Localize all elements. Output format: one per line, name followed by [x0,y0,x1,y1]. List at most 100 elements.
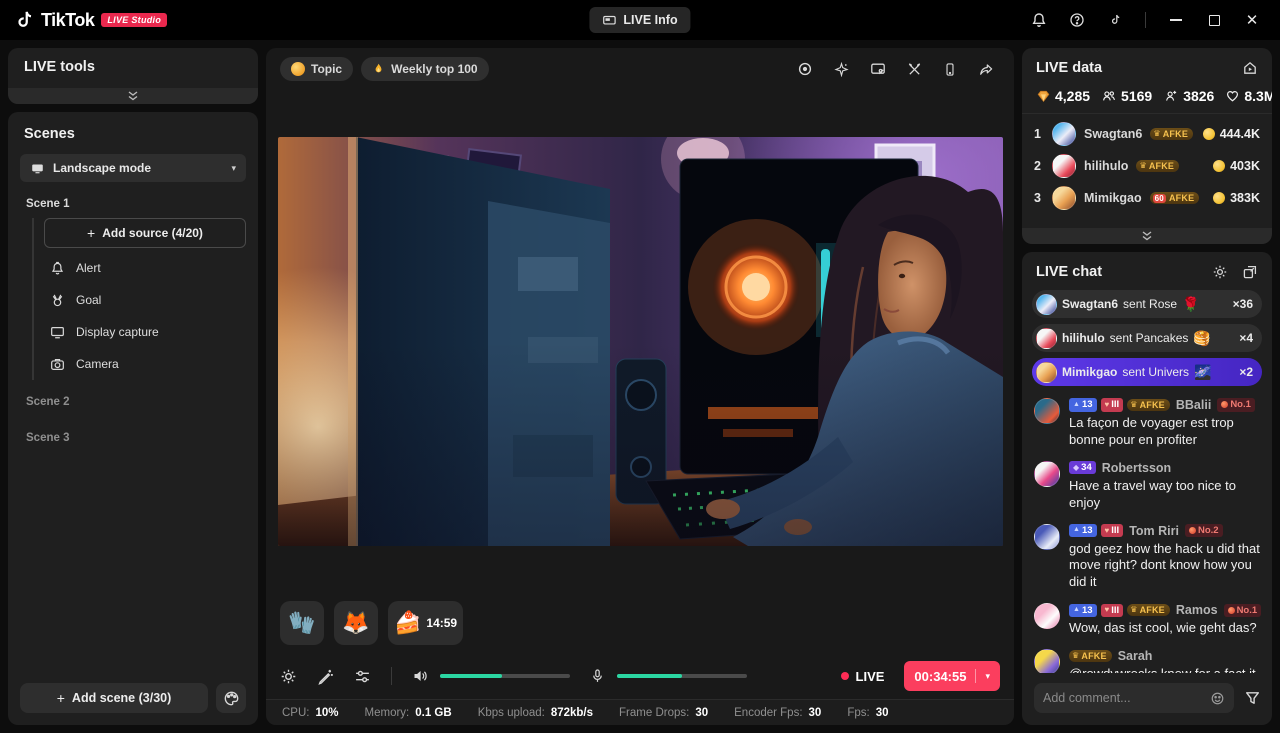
source-item-alert[interactable]: Alert [44,252,246,284]
chat-settings-gear-icon[interactable] [1212,264,1228,280]
live-data-expand-button[interactable] [1022,228,1272,244]
tiktok-icon[interactable] [1101,6,1129,34]
alert-bell-icon [50,261,65,276]
cake-gift-icon: 🍰 [394,610,421,636]
popout-icon[interactable] [1242,264,1258,280]
chat-username[interactable]: Robertsson [1102,461,1171,475]
chat-message: ◆34 Robertsson Have a travel way too nic… [1034,461,1260,512]
weekly-top-tag[interactable]: Weekly top 100 [361,57,488,81]
live-data-title: LIVE data [1036,60,1102,76]
avatar [1052,122,1076,146]
bell-icon[interactable] [1025,6,1053,34]
chat-composer [1022,673,1272,725]
leaderboard-row[interactable]: 3 Mimikgao 60AFKE 383K [1034,182,1260,214]
maximize-button[interactable] [1200,6,1228,34]
scene-2-item[interactable]: Scene 2 [20,380,246,416]
comment-input[interactable] [1043,691,1204,705]
afke-badge: ♛AFKE [1127,399,1170,411]
record-icon[interactable] [797,61,813,77]
minimize-button[interactable] [1162,6,1190,34]
live-chat-panel: LIVE chat Swagtan6 sent Rose 🌹 ×36 [1022,252,1272,725]
chat-username[interactable]: Sarah [1118,649,1153,663]
mic-volume-fill [617,674,682,678]
tune-sliders-icon[interactable] [354,668,371,685]
memory-value: 0.1 GB [415,707,451,719]
help-icon[interactable] [1063,6,1091,34]
stream-timer-button[interactable]: 00:34:55 ▾ [904,661,1000,691]
emoji-icon[interactable] [1210,691,1225,706]
encoderfps-value: 30 [809,707,822,719]
speaker-volume-control [412,668,570,684]
add-scene-button[interactable]: + Add scene (3/30) [20,683,208,713]
titlebar: TikTok LIVE Studio LIVE Info ✕ [0,0,1280,40]
cpu-label: CPU: [282,707,309,719]
source-item-display-capture[interactable]: Display capture [44,316,246,348]
gift-timer: 14:59 [426,616,457,630]
pinned-gift-swagtan6[interactable]: Swagtan6 sent Rose 🌹 ×36 [1032,290,1262,318]
avatar [1034,524,1060,550]
avatar [1036,328,1057,349]
magic-pen-icon[interactable] [317,668,334,685]
streamer-scene-image [278,137,1003,546]
stream-controls: LIVE 00:34:55 ▾ [266,653,1014,699]
close-button[interactable]: ✕ [1238,6,1266,34]
kbps-label: Kbps upload: [478,707,545,719]
likes-stat: 8.3M [1225,88,1272,104]
live-house-icon[interactable] [1242,60,1258,76]
palette-icon [223,690,240,707]
chat-username[interactable]: Ramos [1176,603,1218,617]
avatar [1034,461,1060,487]
add-source-button[interactable]: + Add source (4/20) [44,218,246,248]
chat-username[interactable]: Tom Riri [1129,524,1179,538]
gift-tile-cake[interactable]: 🍰 14:59 [388,601,463,645]
afke-badge: ♛AFKE [1127,604,1170,616]
sparkle-icon[interactable] [834,62,849,77]
double-chevron-down-icon [127,91,139,101]
mic-volume-slider[interactable] [617,674,747,678]
phone-icon[interactable] [943,62,957,77]
speaker-icon[interactable] [412,668,428,684]
gift-tile-fox[interactable]: 🦊 [334,601,378,645]
scene-3-item[interactable]: Scene 3 [20,416,246,452]
gift-panel-icon[interactable] [870,61,886,77]
live-info-button[interactable]: LIVE Info [589,7,690,33]
leaderboard-row[interactable]: 1 Swagtan6 ♛AFKE 444.4K [1034,118,1260,150]
scenes-title: Scenes [20,126,246,154]
settings-gear-icon[interactable] [280,668,297,685]
live-indicator: LIVE [841,669,885,684]
layout-mode-select[interactable]: Landscape mode ▾ [20,154,246,182]
titlebar-divider [1145,12,1146,28]
chat-message: ▲13 ♥III Tom Riri No.2 god geez how the … [1034,524,1260,592]
microphone-icon[interactable] [590,668,605,684]
chat-username[interactable]: BBalii [1176,398,1211,412]
source-item-camera[interactable]: Camera [44,348,246,380]
source-item-goal[interactable]: Goal [44,284,246,316]
avatar [1034,649,1060,673]
framedrops-value: 30 [695,707,708,719]
coin-icon [1203,128,1215,140]
pinned-gift-mimikgao[interactable]: Mimikgao sent Univers 🌌 ×2 [1032,358,1262,386]
gift-tile-glove[interactable]: 🧤 [280,601,324,645]
encoderfps-label: Encoder Fps: [734,707,802,719]
live-tools-expand-button[interactable] [8,88,258,104]
live-video-preview[interactable] [278,137,1003,546]
share-icon[interactable] [978,62,994,77]
pinned-gift-hilihulo[interactable]: hilihulo sent Pancakes 🥞 ×4 [1032,324,1262,352]
gem-badge: ◆34 [1069,461,1096,474]
cpu-value: 10% [315,707,338,719]
chevron-down-icon[interactable]: ▾ [985,671,990,682]
live-studio-badge: LIVE Studio [101,13,167,27]
scene-1-item[interactable]: Scene 1 [20,182,246,218]
new-followers-stat: 3826 [1163,88,1214,104]
leaderboard-row[interactable]: 2 hilihulo ♛AFKE 403K [1034,150,1260,182]
theme-palette-button[interactable] [216,683,246,713]
fanclub-badge: ♥III [1101,398,1124,411]
tools-icon[interactable] [907,62,922,77]
speaker-volume-slider[interactable] [440,674,570,678]
filter-icon[interactable] [1244,690,1261,706]
chat-text: @rowdywrecks knew for a fact it wasn't g… [1069,666,1260,673]
chat-message-list[interactable]: ▲13 ♥III ♛AFKE BBalii No.1 La façon de v… [1022,388,1272,673]
topic-tag[interactable]: Topic [280,57,353,81]
avatar [1052,154,1076,178]
rank-badge: No.1 [1224,604,1262,617]
